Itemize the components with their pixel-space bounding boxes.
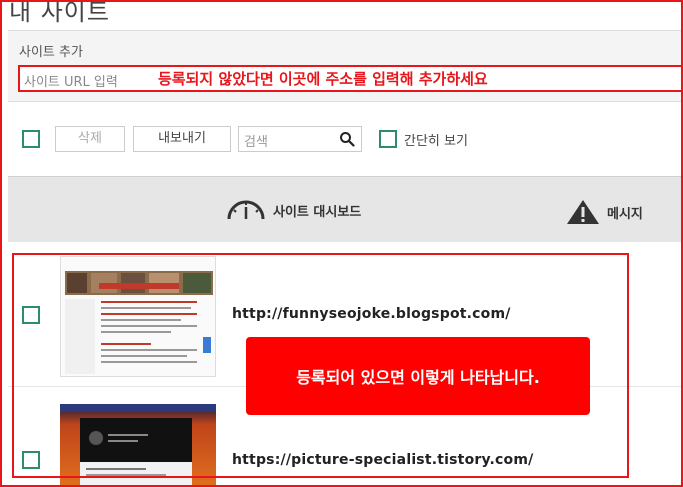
page-title: 내 사이트 [9, 0, 110, 26]
header-bar: 사이트 대시보드 메시지 [8, 176, 682, 242]
export-button[interactable]: 내보내기 [133, 126, 231, 152]
site-thumbnail[interactable] [60, 256, 216, 377]
site-dashboard-header[interactable]: 사이트 대시보드 [226, 199, 361, 221]
add-site-label: 사이트 추가 [19, 45, 83, 60]
site-thumbnail[interactable] [60, 404, 216, 487]
simple-view-label: 간단히 보기 [404, 134, 468, 149]
site-url-input[interactable]: 사이트 URL 입력 등록되지 않았다면 이곳에 주소를 입력해 추가하세요 [18, 65, 683, 92]
search-input[interactable]: 검색 [238, 126, 362, 152]
site-url[interactable]: https://picture-specialist.tistory.com/ [232, 452, 533, 468]
site-row-checkbox[interactable] [22, 306, 40, 324]
blog-thumbnail-image [60, 404, 216, 487]
blog-thumbnail-image [61, 257, 215, 376]
toolbar: 삭제 내보내기 검색 간단히 보기 [0, 126, 683, 156]
add-site-annotation: 등록되지 않았다면 이곳에 주소를 입력해 추가하세요 [158, 70, 488, 88]
site-url-placeholder: 사이트 URL 입력 [24, 75, 118, 90]
site-dashboard-label: 사이트 대시보드 [273, 204, 362, 220]
delete-button[interactable]: 삭제 [55, 126, 125, 152]
message-header[interactable]: 메시지 [566, 199, 643, 225]
select-all-checkbox[interactable] [22, 130, 40, 148]
gauge-icon [227, 200, 265, 220]
registered-callout: 등록되어 있으면 이렇게 나타납니다. [246, 337, 590, 415]
message-label: 메시지 [607, 206, 643, 222]
search-placeholder: 검색 [244, 135, 268, 150]
site-url[interactable]: http://funnyseojoke.blogspot.com/ [232, 306, 511, 322]
add-site-panel: 사이트 추가 사이트 URL 입력 등록되지 않았다면 이곳에 주소를 입력해 … [8, 30, 683, 102]
simple-view-checkbox[interactable] [379, 130, 397, 148]
search-icon[interactable] [339, 131, 355, 147]
site-row-checkbox[interactable] [22, 451, 40, 469]
warning-icon [567, 200, 599, 224]
